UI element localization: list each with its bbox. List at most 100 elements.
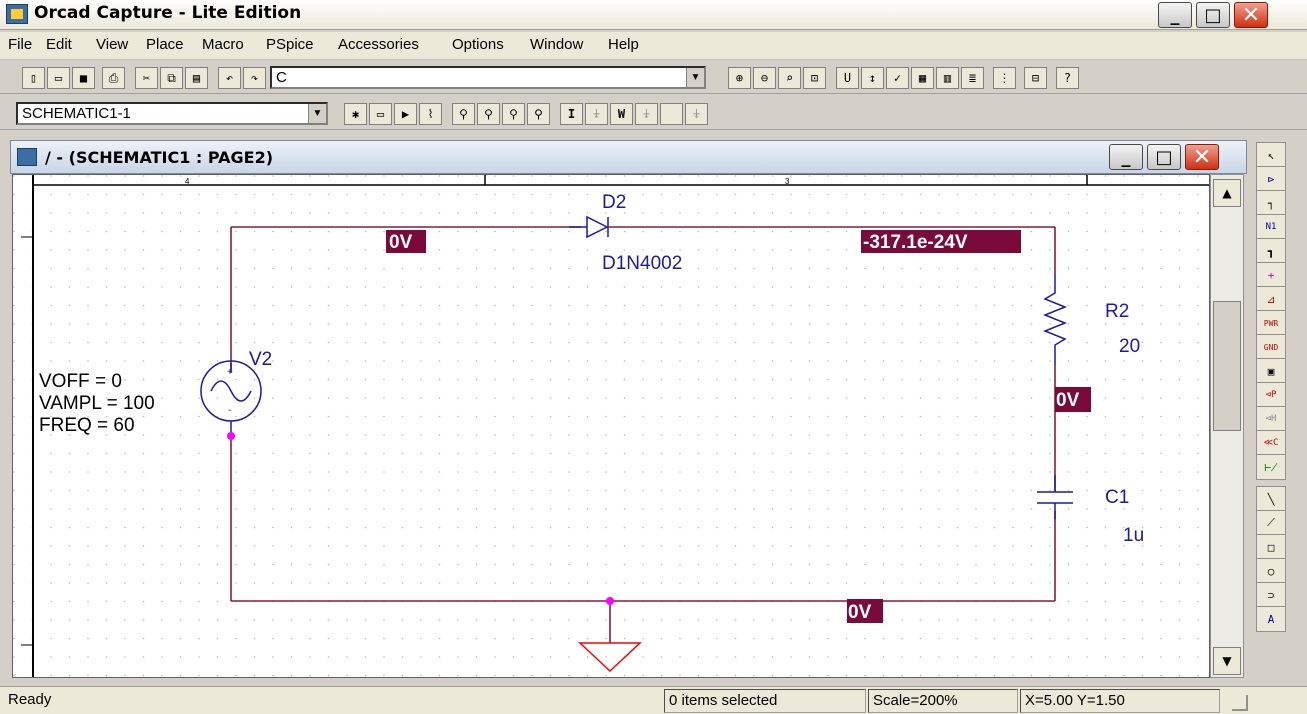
copy-icon[interactable]: ⧉ [160,67,183,89]
source-ref[interactable]: V2 [249,349,272,370]
menu-macro[interactable]: Macro [202,36,244,53]
power-enable-icon[interactable]: ⍖ [685,103,708,125]
source-voff[interactable]: VOFF = 0 [39,371,122,392]
chevron-down-icon[interactable]: ▼ [308,104,326,123]
place-line-icon[interactable]: ╲ [1256,486,1286,512]
current-marker-icon[interactable]: ⚲ [502,103,525,125]
menu-file[interactable]: File [8,36,32,53]
app-icon[interactable] [6,4,28,24]
place-power-icon[interactable]: PWR [1256,310,1286,336]
chevron-down-icon[interactable]: ▼ [686,68,704,87]
zoom-in-icon[interactable]: ⊕ [728,67,751,89]
place-arc-icon[interactable]: ⊃ [1256,582,1286,608]
power-display-button[interactable] [660,103,683,125]
place-off-page-icon[interactable]: ≪C [1256,430,1286,456]
voltage-diff-icon[interactable]: ⚲ [477,103,500,125]
paste-icon[interactable]: ▤ [185,67,208,89]
schematic-canvas[interactable]: 4 3 D2 D1N4002 R2 20 C1 1u + - V2 VOFF =… [12,174,1210,678]
power-marker-icon[interactable]: ⚲ [527,103,550,125]
menu-accessories[interactable]: Accessories [338,36,419,53]
menu-options[interactable]: Options [452,36,504,53]
run-icon[interactable]: ▶ [394,103,417,125]
bom-icon[interactable]: ≣ [961,67,984,89]
child-maximize-button[interactable]: □ [1147,144,1181,170]
simulation-profile-value: SCHEMATIC1-1 [22,105,131,122]
menu-window[interactable]: Window [530,36,583,53]
place-port-icon[interactable]: ⊲P [1256,382,1286,408]
netlist-icon[interactable]: ▦ [911,67,934,89]
diode-ref[interactable]: D2 [602,192,626,213]
resistor-value[interactable]: 20 [1119,336,1140,357]
scroll-up-icon[interactable]: ▲ [1213,179,1241,207]
schematic-doc-icon[interactable] [17,148,37,166]
cut-icon[interactable]: ✂ [135,67,158,89]
voltage-display-button[interactable]: I [560,103,583,125]
bias-label-bottom[interactable]: 0V [848,602,872,623]
resize-grip-icon[interactable] [1232,695,1248,711]
close-button[interactable]: ✕ [1234,2,1268,28]
capacitor-value[interactable]: 1u [1123,525,1144,546]
voltage-enable-icon[interactable]: ⍖ [585,103,608,125]
snap-grid-icon[interactable]: ⋮ [993,67,1016,89]
help-icon[interactable]: ? [1056,67,1079,89]
place-bus-icon[interactable]: ┓ [1256,238,1286,264]
source-vampl[interactable]: VAMPL = 100 [39,393,155,414]
child-minimize-button[interactable]: _ [1109,144,1143,170]
new-icon[interactable]: ▯ [22,67,45,89]
redo-icon[interactable]: ↷ [243,67,266,89]
print-icon[interactable]: ⎙ [102,67,125,89]
menu-edit[interactable]: Edit [46,36,72,53]
new-profile-icon[interactable]: ✱ [344,103,367,125]
place-text-icon[interactable]: A [1256,606,1286,632]
place-no-connect-icon[interactable]: ⊬ [1256,454,1286,480]
place-pin-icon[interactable]: ⊲H [1256,406,1286,432]
bias-label-left-top[interactable]: 0V [389,232,413,253]
menu-view[interactable]: View [96,36,128,53]
undo-icon[interactable]: ↶ [218,67,241,89]
back-annotate-icon[interactable]: ↕ [861,67,884,89]
scroll-down-icon[interactable]: ▼ [1213,647,1241,675]
place-hierarchical-block-icon[interactable]: ▣ [1256,358,1286,384]
place-ground-icon[interactable]: GND [1256,334,1286,360]
current-enable-icon[interactable]: ⍖ [635,103,658,125]
menu-place[interactable]: Place [146,36,184,53]
bias-label-right-top[interactable]: -317.1e-24V [863,232,968,253]
open-icon[interactable]: ▭ [47,67,70,89]
save-icon[interactable]: ■ [72,67,95,89]
place-polyline-icon[interactable]: ⟋ [1256,510,1286,536]
place-bus-entry-icon[interactable]: ⊿ [1256,286,1286,312]
view-results-icon[interactable]: ⌇ [419,103,442,125]
minimize-button[interactable]: _ [1158,2,1192,28]
menu-help[interactable]: Help [608,36,639,53]
place-wire-icon[interactable]: ┐ [1256,190,1286,216]
source-freq[interactable]: FREQ = 60 [39,415,135,436]
menu-pspice[interactable]: PSpice [266,36,314,53]
select-icon[interactable]: ↖ [1256,142,1286,168]
scrollbar-thumb[interactable] [1213,301,1241,431]
place-part-icon[interactable]: ⊳ [1256,166,1286,192]
vertical-scrollbar[interactable]: ▲ ▼ [1210,174,1244,678]
place-net-alias-icon[interactable]: N1 [1256,214,1286,240]
place-rectangle-icon[interactable]: □ [1256,534,1286,560]
edit-profile-icon[interactable]: ▭ [369,103,392,125]
child-close-button[interactable]: ✕ [1185,144,1219,170]
bias-label-mid-right[interactable]: 0V [1056,390,1080,411]
diode-value[interactable]: D1N4002 [602,253,682,274]
annotate-icon[interactable]: U [836,67,859,89]
cross-ref-icon[interactable]: ▥ [936,67,959,89]
project-manager-icon[interactable]: ⊟ [1024,67,1047,89]
place-junction-icon[interactable]: + [1256,262,1286,288]
resistor-ref[interactable]: R2 [1105,301,1129,322]
orcad-capture-window: Orcad Capture - Lite Edition _ □ ✕ File … [0,0,1307,714]
capacitor-ref[interactable]: C1 [1105,487,1129,508]
current-display-button[interactable]: W [610,103,633,125]
voltage-marker-icon[interactable]: ⚲ [452,103,475,125]
zoom-out-icon[interactable]: ⊖ [753,67,776,89]
maximize-button[interactable]: □ [1196,2,1230,28]
zoom-all-icon[interactable]: ⊡ [803,67,826,89]
place-ellipse-icon[interactable]: ○ [1256,558,1286,584]
simulation-profile-combo[interactable]: SCHEMATIC1-1 ▼ [16,102,328,125]
part-combo[interactable]: C ▼ [270,66,706,89]
zoom-area-icon[interactable]: ⌕ [778,67,801,89]
drc-icon[interactable]: ✓ [886,67,909,89]
